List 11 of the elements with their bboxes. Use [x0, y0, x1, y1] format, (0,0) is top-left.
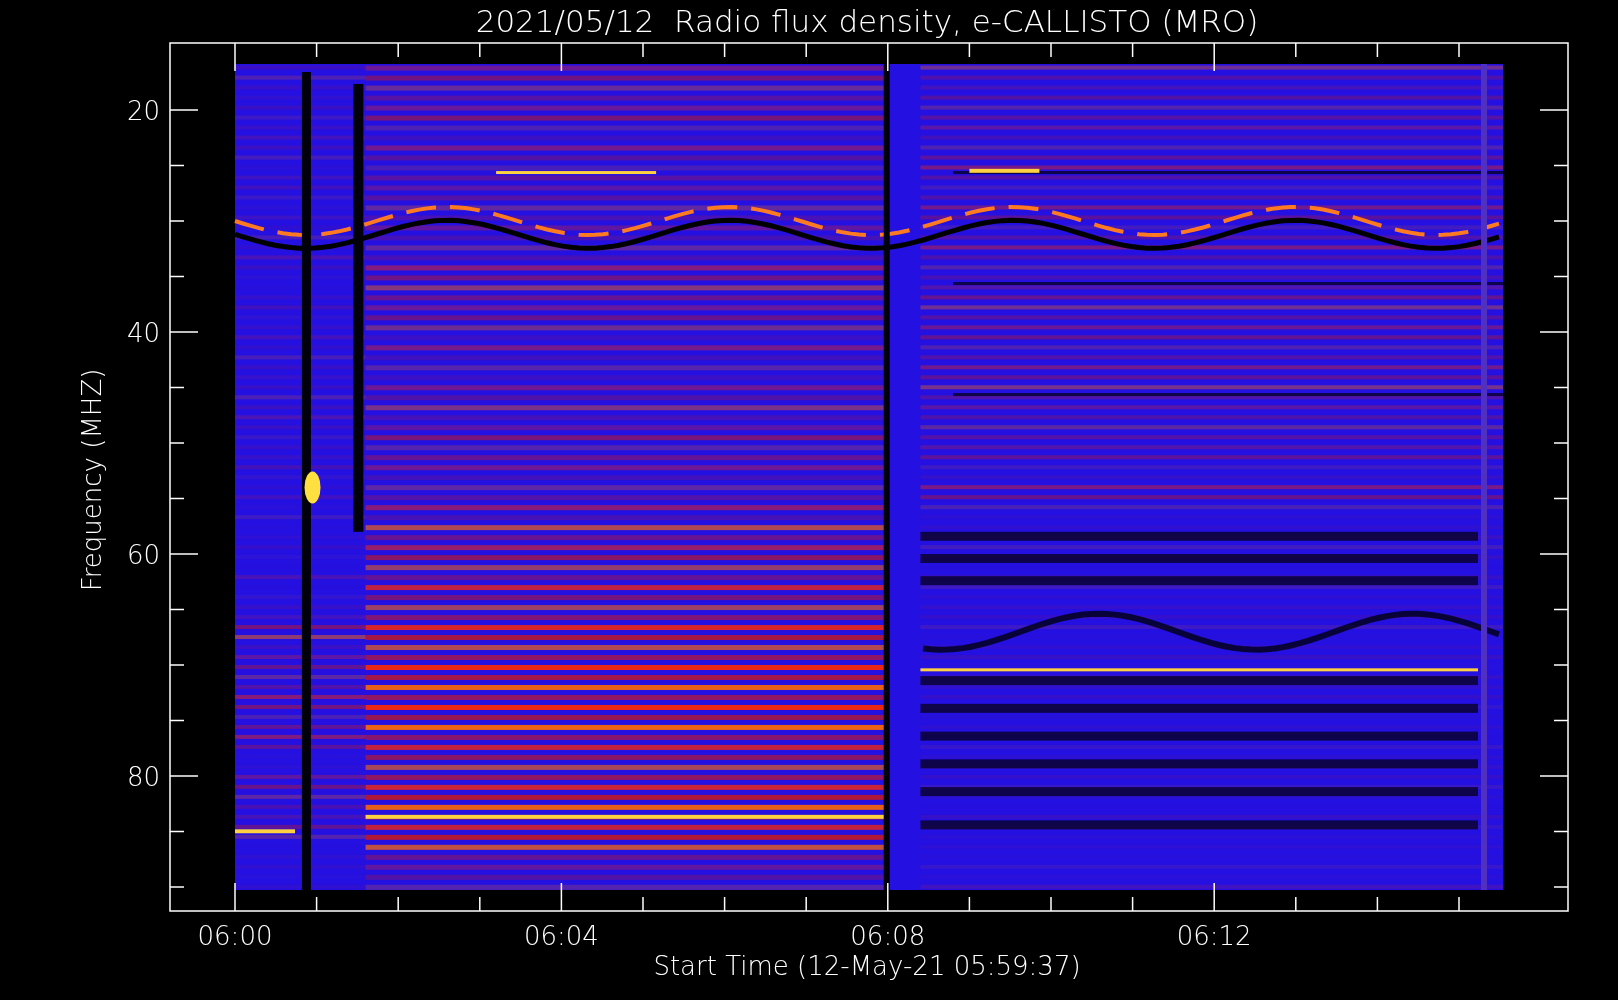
x-tick-label: 06:04	[523, 921, 599, 951]
x-tick-label: 06:12	[1176, 921, 1252, 951]
x-axis-label: Start Time (12-May-21 05:59:37)	[653, 951, 1081, 981]
y-axis-label: Frequency (MHZ)	[77, 368, 107, 592]
chart-title: 2021/05/12 Radio flux density, e-CALLISTO (MRO)	[475, 3, 1259, 39]
y-tick-label: 60	[126, 540, 160, 570]
x-tick-label: 06:00	[197, 921, 273, 951]
y-tick-label: 20	[126, 96, 160, 126]
y-tick-label: 80	[126, 762, 160, 792]
x-tick-label: 06:08	[850, 921, 926, 951]
y-tick-label: 40	[126, 318, 160, 348]
